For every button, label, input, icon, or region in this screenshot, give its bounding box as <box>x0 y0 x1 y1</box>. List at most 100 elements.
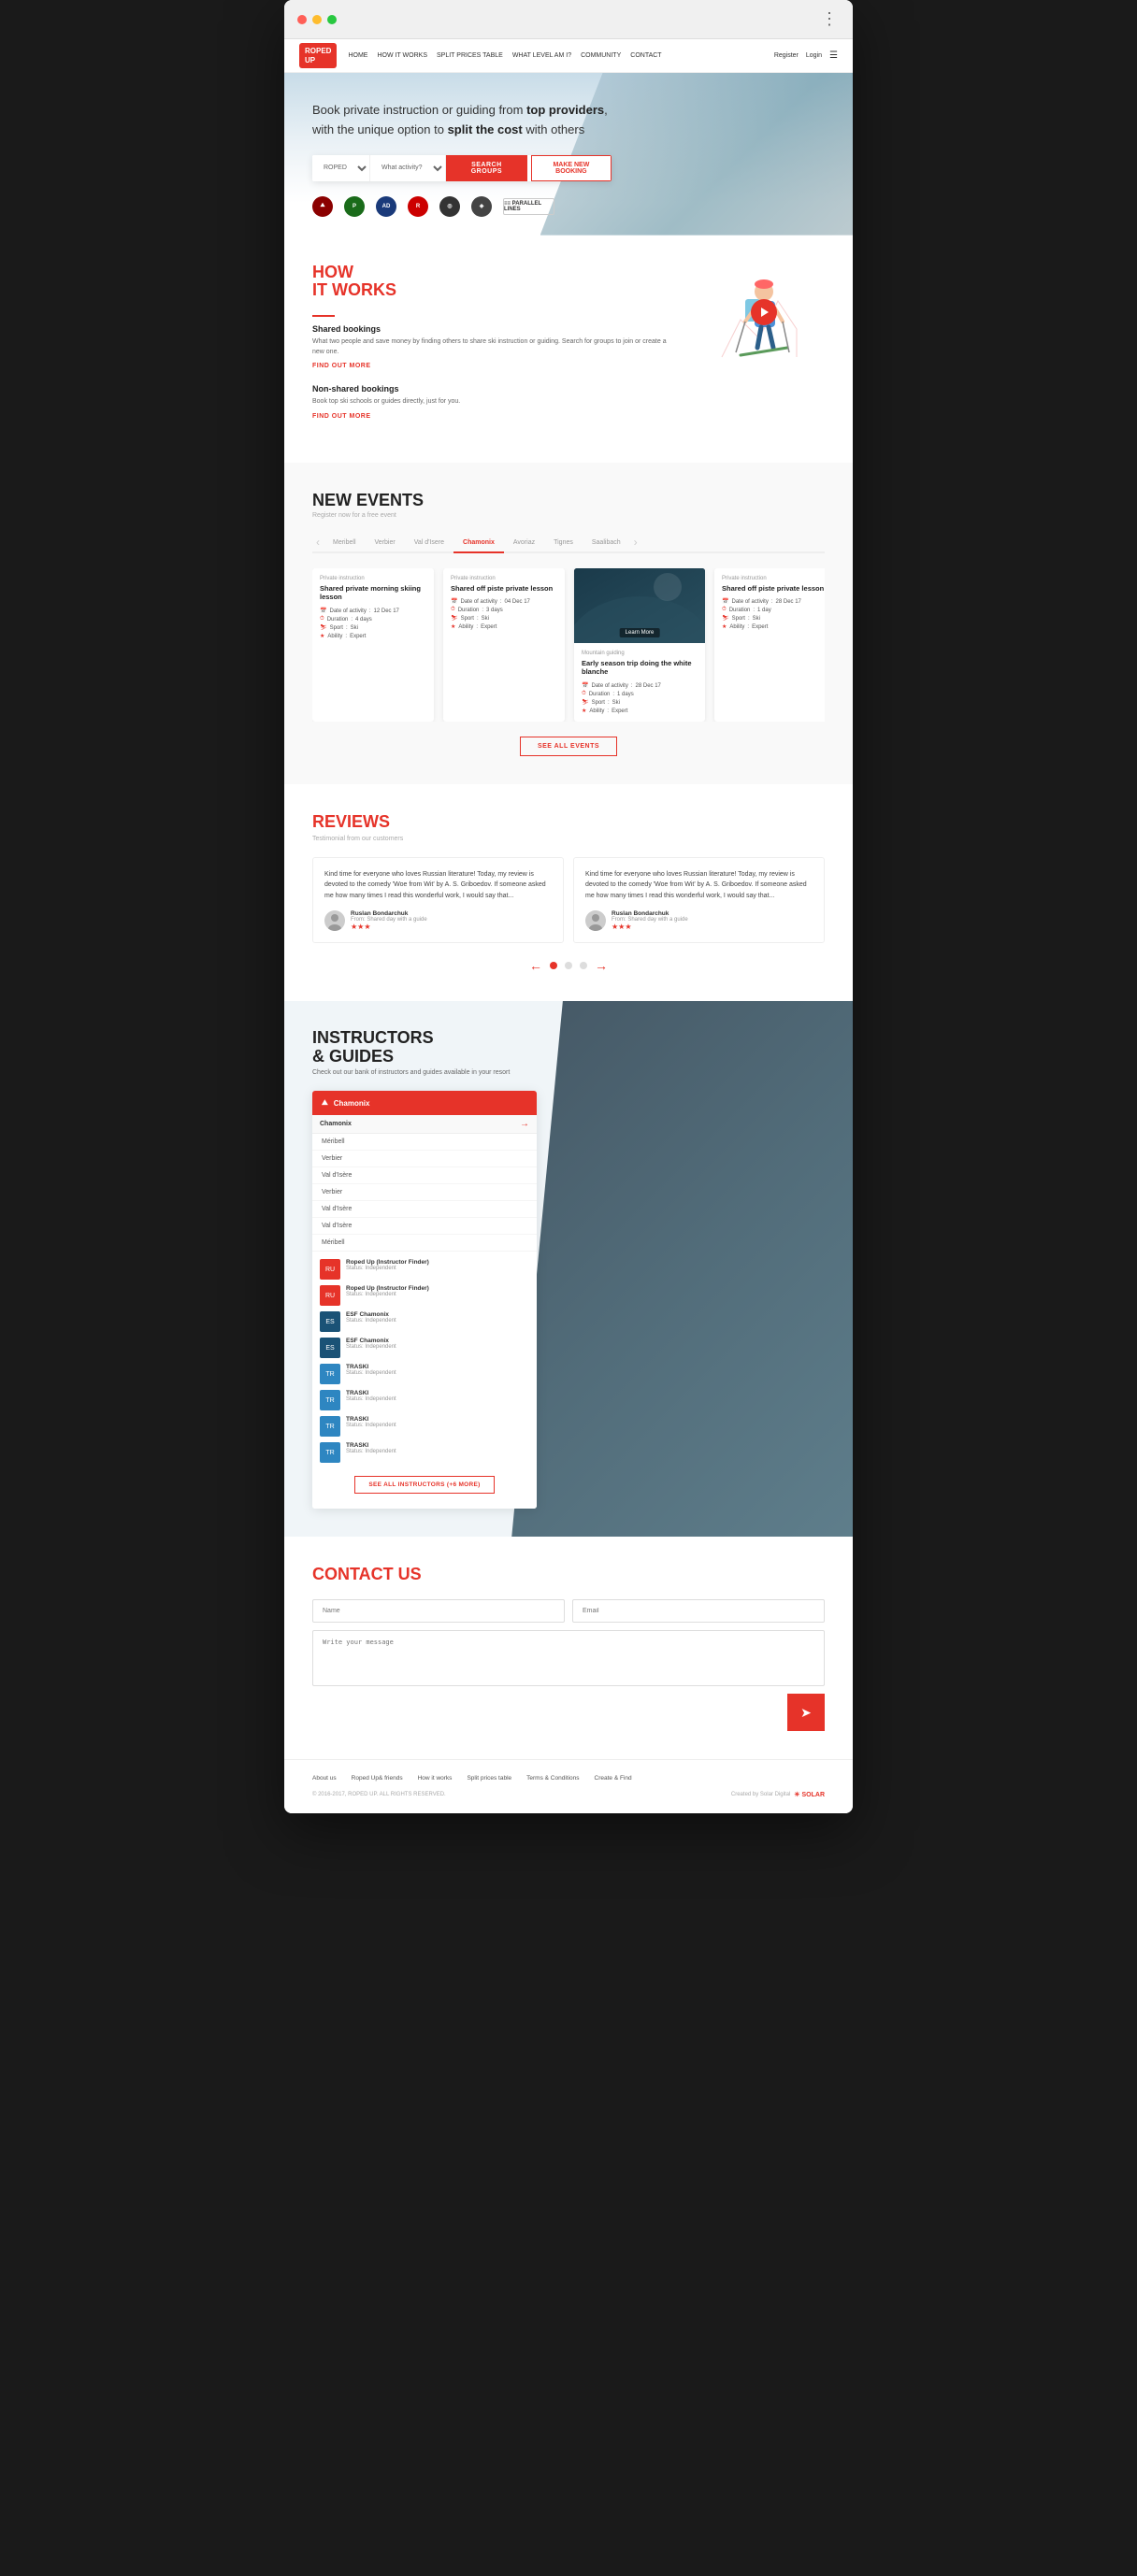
logo[interactable]: ROPED UP <box>299 43 337 68</box>
event-card-3-body: Mountain guiding Early season trip doing… <box>574 643 705 723</box>
nav-split-prices[interactable]: SPLIT PRICES TABLE <box>437 52 503 59</box>
hero-title: Book private instruction or guiding from… <box>312 101 825 140</box>
inst-row-1: RU Roped Up (Instructor Finder) Status: … <box>320 1285 529 1306</box>
reviews-dot-2[interactable] <box>565 962 572 969</box>
reviewer-1-stars: ★★★ <box>351 923 552 931</box>
nav-how-it-works[interactable]: HOW IT WORKS <box>377 52 427 59</box>
contact-name-input[interactable] <box>312 1599 565 1623</box>
inst-type-5: Status: Independent <box>346 1396 396 1402</box>
tab-val-disere[interactable]: Val d'Isere <box>405 534 453 553</box>
inst-logo-3: ES <box>320 1338 340 1358</box>
inst-type-0: Status: Independent <box>346 1266 429 1271</box>
shared-bookings-title: Shared bookings <box>312 324 675 334</box>
review-card-2: Kind time for everyone who loves Russian… <box>573 857 825 943</box>
nav-community[interactable]: COMMUNITY <box>581 52 621 59</box>
footer-link-split[interactable]: Split prices table <box>467 1775 511 1782</box>
tab-saalibach[interactable]: Saalibach <box>583 534 630 553</box>
event-3-meta: 📅 Date of activity: 28 Dec 17 ⏱ Duration… <box>582 682 698 714</box>
hero-bold-1: top providers <box>526 103 604 117</box>
footer-link-create[interactable]: Create & Find <box>595 1775 632 1782</box>
instructors-title: INSTRUCTORS & GUIDES <box>312 1029 825 1066</box>
inst-row-0: RU Roped Up (Instructor Finder) Status: … <box>320 1259 529 1280</box>
contact-submit-button[interactable]: ➤ <box>787 1694 825 1731</box>
widget-loc-3[interactable]: Val d'Isère <box>312 1167 537 1184</box>
reviewer-2-name: Ruslan Bondarchuk <box>612 910 813 917</box>
reviews-dot-1[interactable] <box>550 962 557 969</box>
nav-register[interactable]: Register <box>774 52 799 59</box>
contact-form: ➤ <box>312 1599 825 1731</box>
event-4-meta: 📅 Date of activity: 28 Dec 17 ⏱ Duration… <box>722 598 825 630</box>
nav-level[interactable]: WHAT LEVEL AM I? <box>512 52 571 59</box>
reviewer-1-name: Ruslan Bondarchuk <box>351 910 552 917</box>
nav-login[interactable]: Login <box>806 52 822 59</box>
event-1-meta: 📅 Date of activity: 12 Dec 17 ⏱ Duration… <box>320 608 426 639</box>
inst-name-6: TRASKI <box>346 1416 396 1423</box>
widget-location-name: Chamonix <box>334 1099 370 1108</box>
learn-more-badge[interactable]: Learn More <box>620 628 660 637</box>
tab-meribell[interactable]: Meribell <box>324 534 366 553</box>
events-tab-next[interactable]: › <box>630 536 641 549</box>
tab-chamonix[interactable]: Chamonix <box>453 534 504 553</box>
instructors-list-panel: RU Roped Up (Instructor Finder) Status: … <box>312 1252 537 1509</box>
events-tabs: ‹ Meribell Verbier Val d'Isere Chamonix … <box>312 534 825 553</box>
hero-section: Book private instruction or guiding from… <box>284 73 853 236</box>
play-button[interactable] <box>751 299 777 325</box>
widget-loc-6[interactable]: Val d'Isère <box>312 1218 537 1235</box>
search-groups-button[interactable]: SEARCH GROUPS <box>446 155 527 181</box>
widget-loc-5[interactable]: Val d'Isère <box>312 1201 537 1218</box>
footer-link-friends[interactable]: Roped Up& friends <box>352 1775 403 1782</box>
hero-content: Book private instruction or guiding from… <box>312 101 825 217</box>
tab-tignes[interactable]: Tignes <box>544 534 583 553</box>
instructors-widget: ⛰ Chamonix Chamonix → Méribell Verbier V… <box>312 1091 537 1509</box>
event-2-date: 📅 Date of activity: 04 Dec 17 <box>451 598 557 605</box>
widget-loc-4[interactable]: Verbier <box>312 1184 537 1201</box>
nav-home[interactable]: HOME <box>348 52 367 59</box>
nonshared-bookings-item: Non-shared bookings Book top ski schools… <box>312 384 675 420</box>
browser-menu[interactable]: ⋮ <box>821 9 840 29</box>
reviews-next-arrow[interactable]: → <box>595 958 608 973</box>
footer-credit: Created by Solar Digital ☀ SOLAR <box>731 1791 825 1798</box>
widget-loc-2[interactable]: Verbier <box>312 1151 537 1167</box>
events-tab-prev[interactable]: ‹ <box>312 536 324 549</box>
reviews-dot-3[interactable] <box>580 962 587 969</box>
tab-verbier[interactable]: Verbier <box>366 534 405 553</box>
reviewer-1-avatar <box>324 910 345 931</box>
resort-select[interactable]: ROPED <box>312 155 370 181</box>
widget-loc-1[interactable]: Méribell <box>312 1134 537 1151</box>
how-it-works-section: HOW IT WORKS Shared bookings What two pe… <box>284 236 853 463</box>
reviews-navigation: ← → <box>312 958 825 973</box>
widget-tab-arrow[interactable]: → <box>520 1119 529 1129</box>
shared-find-out-link[interactable]: FIND OUT MORE <box>312 363 675 369</box>
tab-avoriaz[interactable]: Avoriaz <box>504 534 544 553</box>
event-1-type: Private instruction <box>320 576 426 581</box>
contact-submit-row: ➤ <box>312 1694 825 1731</box>
nav-right: Register Login ☰ <box>774 50 838 61</box>
inst-type-2: Status: Independent <box>346 1318 396 1324</box>
nonshared-find-out-link[interactable]: FIND OUT MORE <box>312 413 675 420</box>
footer-link-about[interactable]: About us <box>312 1775 337 1782</box>
new-events-section: NEW EVENTS Register now for a free event… <box>284 463 853 785</box>
inst-type-3: Status: Independent <box>346 1344 396 1350</box>
contact-email-input[interactable] <box>572 1599 825 1623</box>
footer-link-how[interactable]: How it works <box>418 1775 453 1782</box>
make-booking-button[interactable]: MAKE NEW BOOKING <box>531 155 612 181</box>
hamburger-icon[interactable]: ☰ <box>829 50 838 61</box>
partner-logo-1: ⛰ <box>312 196 333 217</box>
inst-info-1: Roped Up (Instructor Finder) Status: Ind… <box>346 1285 429 1306</box>
event-card-2: Private instruction Shared off piste pri… <box>443 568 565 723</box>
activity-select[interactable]: What activity? <box>370 155 446 181</box>
see-all-instructors-button[interactable]: SEE ALL INSTRUCTORS (+6 MORE) <box>354 1476 494 1494</box>
contact-message-textarea[interactable] <box>312 1630 825 1686</box>
hero-bold-2: split the cost <box>448 122 523 136</box>
reviews-subtitle: Testimonial from our customers <box>312 836 825 842</box>
reviews-prev-arrow[interactable]: ← <box>529 958 542 973</box>
see-all-events-button[interactable]: SEE ALL EVENTS <box>520 737 617 756</box>
nav-contact[interactable]: CONTACT <box>630 52 661 59</box>
event-4-type: Private instruction <box>722 576 825 581</box>
event-card-3-featured: Learn More Mountain guiding Early season… <box>574 568 705 723</box>
inst-row-7: TR TRASKI Status: Independent <box>320 1442 529 1463</box>
instructors-subtitle: Check out our bank of instructors and gu… <box>312 1069 825 1076</box>
footer-link-terms[interactable]: Terms & Conditions <box>526 1775 579 1782</box>
widget-tabs: Chamonix → <box>312 1115 537 1134</box>
widget-loc-7[interactable]: Méribell <box>312 1235 537 1252</box>
